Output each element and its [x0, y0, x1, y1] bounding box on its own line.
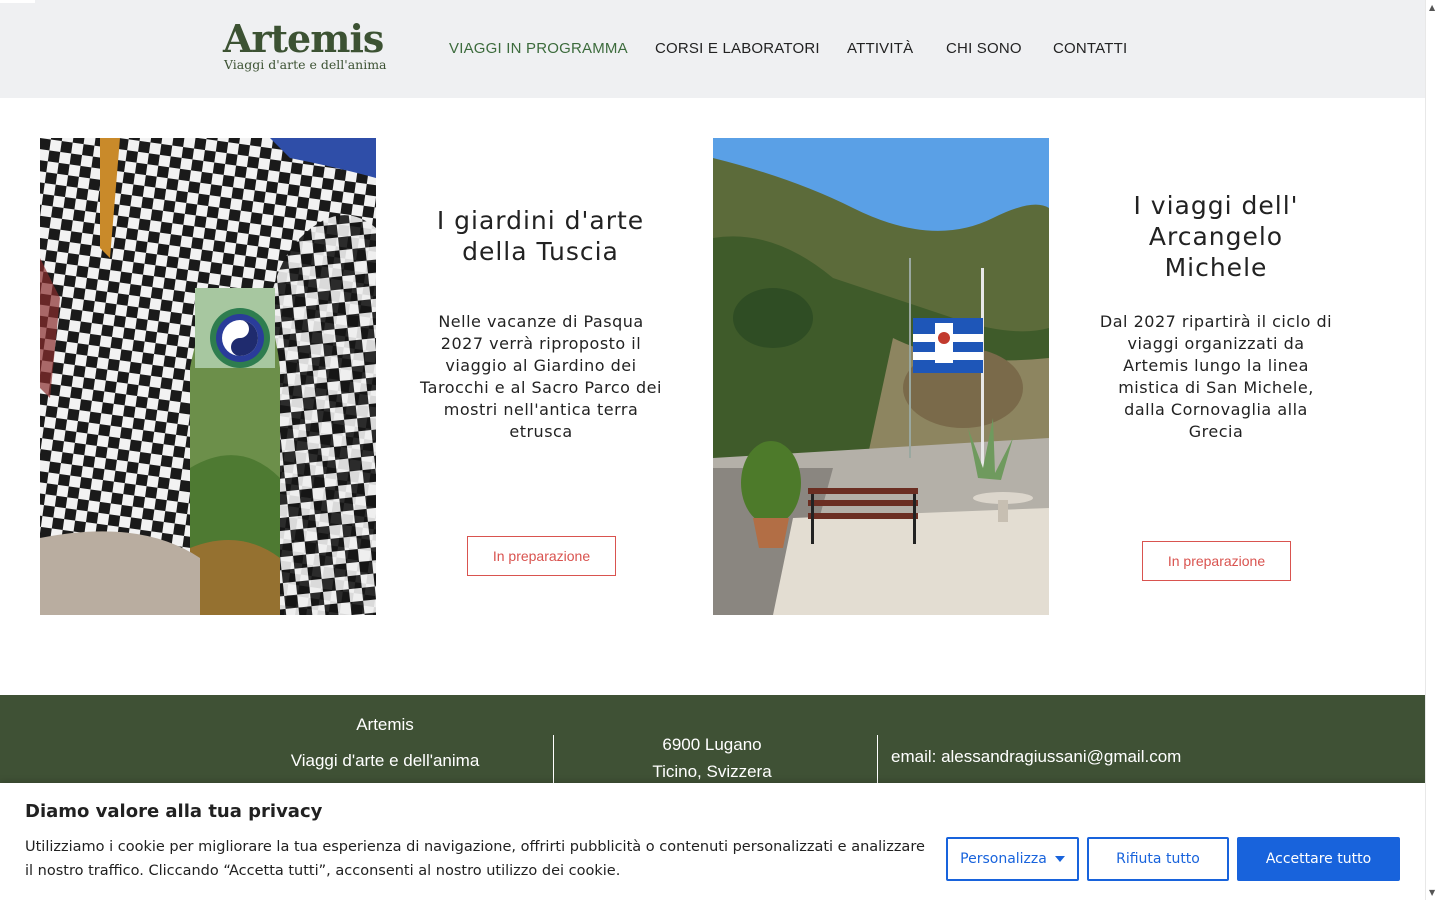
cookie-title: Diamo valore alla tua privacy [25, 801, 323, 822]
nav-viaggi-in-programma[interactable]: VIAGGI IN PROGRAMMA [449, 40, 628, 57]
cookie-customize-label: Personalizza [960, 851, 1047, 867]
card-michele-title: I viaggi dell' Arcangelo Michele [1133, 191, 1299, 282]
card-tuscia-text: I giardini d'arte della Tuscia [408, 205, 673, 267]
card-michele-description: Dal 2027 ripartirà il ciclo di viaggi or… [1099, 312, 1333, 441]
footer-tagline: Viaggi d'arte e dell'anima [290, 751, 480, 770]
footer-divider-1 [553, 735, 554, 785]
card-tuscia-button[interactable]: In preparazione [467, 536, 616, 576]
footer-city: 6900 Lugano [662, 735, 762, 754]
site-logo[interactable]: Artemis Viaggi d'arte e dell'anima [223, 18, 393, 78]
cookie-body: Utilizziamo i cookie per migliorare la t… [25, 839, 925, 879]
page-scrollbar[interactable]: ▲ ▼ [1425, 0, 1440, 900]
scroll-down-arrow-icon[interactable]: ▼ [1429, 888, 1435, 897]
nav-chi-sono[interactable]: CHI SONO [946, 40, 1022, 57]
site-footer: Artemis Viaggi d'arte e dell'anima 6900 … [0, 695, 1425, 795]
san-michele-photo[interactable] [713, 138, 1049, 615]
top-corner-mark [0, 0, 35, 3]
scroll-up-arrow-icon[interactable]: ▲ [1429, 3, 1435, 12]
site-header: Artemis Viaggi d'arte e dell'anima VIAGG… [0, 0, 1425, 98]
cookie-accept-button[interactable]: Accettare tutto [1237, 837, 1400, 881]
logo-subtitle: Viaggi d'arte e dell'anima [224, 57, 387, 72]
card-tuscia-title: I giardini d'arte della Tuscia [436, 206, 645, 266]
footer-brand: Artemis [356, 715, 414, 734]
nav-corsi-e-laboratori[interactable]: CORSI E LABORATORI [655, 40, 820, 57]
card-tuscia-description: Nelle vacanze di Pasqua 2027 verrà ripro… [420, 312, 662, 441]
cookie-reject-button[interactable]: Rifiuta tutto [1087, 837, 1229, 881]
footer-divider-2 [877, 735, 878, 785]
logo-title: Artemis [223, 16, 384, 61]
nav-contatti[interactable]: CONTATTI [1053, 40, 1127, 57]
cookie-banner: Diamo valore alla tua privacy Utilizziam… [0, 783, 1425, 900]
card-michele-button[interactable]: In preparazione [1142, 541, 1291, 581]
footer-region: Ticino, Svizzera [652, 762, 772, 781]
footer-email[interactable]: email: alessandragiussani@gmail.com [891, 747, 1181, 767]
page: Artemis Viaggi d'arte e dell'anima VIAGG… [0, 0, 1440, 900]
cookie-customize-button[interactable]: Personalizza [946, 837, 1079, 881]
card-michele-text: I viaggi dell' Arcangelo Michele [1110, 190, 1322, 283]
nav-attivita[interactable]: ATTIVITÀ [847, 40, 913, 57]
caret-down-icon [1054, 856, 1065, 862]
tarot-garden-photo[interactable] [40, 138, 376, 615]
